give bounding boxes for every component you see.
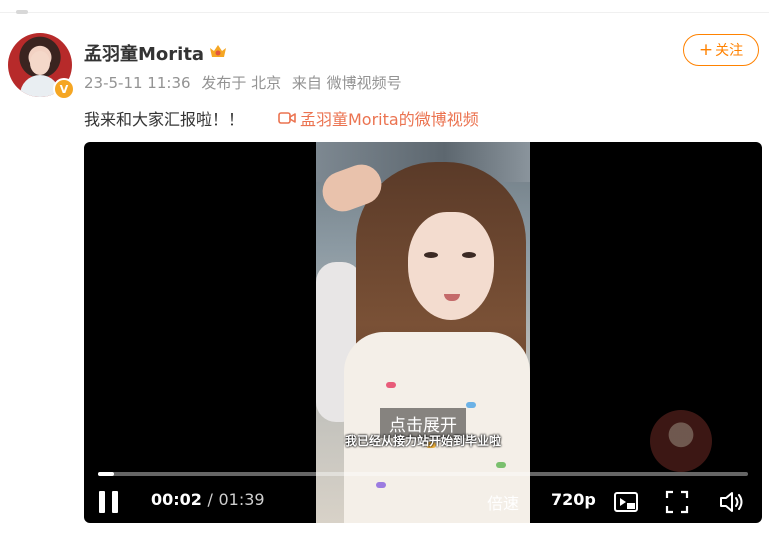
player-controls: 00:02 / 01:39 倍速 720p	[84, 482, 762, 522]
avatar-face	[30, 51, 50, 75]
volume-icon[interactable]	[718, 489, 744, 515]
current-time: 00:02	[151, 490, 202, 509]
verified-badge-icon: V	[53, 78, 75, 100]
quality-button[interactable]: 720p	[551, 490, 596, 509]
total-time: 01:39	[218, 490, 265, 509]
author-name[interactable]: 孟羽童Morita	[84, 40, 204, 66]
top-divider	[0, 10, 769, 14]
time-display: 00:02 / 01:39	[151, 490, 265, 509]
video-link-label: 孟羽童Morita的微博视频	[300, 110, 479, 129]
plus-icon: +	[698, 39, 714, 60]
frame-pattern-dot	[496, 462, 506, 468]
frame-eye-left	[424, 252, 438, 258]
time-separator: /	[207, 490, 213, 509]
video-subtitle: 我已经从接力站开始到毕业啦	[344, 434, 501, 448]
post-text: 我来和大家汇报啦！！	[84, 110, 245, 129]
frame-pattern-dot	[386, 382, 396, 388]
speed-button[interactable]: 倍速	[487, 490, 519, 514]
post-location: 发布于 北京	[201, 74, 282, 92]
follow-button[interactable]: + 关注	[683, 34, 759, 66]
follow-label: 关注	[715, 43, 744, 59]
crown-badge-icon	[210, 45, 226, 57]
post-source[interactable]: 来自 微博视频号	[292, 74, 402, 92]
video-frame[interactable]	[316, 142, 530, 523]
video-player[interactable]: 点击展开 我已经从接力站开始到毕业啦 00:02 / 01:39 倍速 720p	[84, 142, 762, 523]
progress-fill	[98, 472, 114, 476]
post-meta: 23-5-11 11:36 发布于 北京 来自 微博视频号	[84, 72, 408, 93]
frame-pattern-dot	[466, 402, 476, 408]
video-link[interactable]: 孟羽童Morita的微博视频	[278, 106, 479, 130]
video-camera-icon	[278, 112, 296, 124]
picture-in-picture-icon[interactable]	[613, 489, 639, 515]
pause-icon[interactable]	[96, 489, 122, 515]
watermark-avatar	[650, 410, 712, 472]
progress-bar[interactable]	[98, 472, 748, 476]
top-divider-mark	[16, 10, 28, 14]
frame-face	[408, 212, 494, 320]
frame-eye-right	[462, 252, 476, 258]
post-date[interactable]: 23-5-11 11:36	[84, 74, 191, 92]
fullscreen-icon[interactable]	[664, 489, 690, 515]
